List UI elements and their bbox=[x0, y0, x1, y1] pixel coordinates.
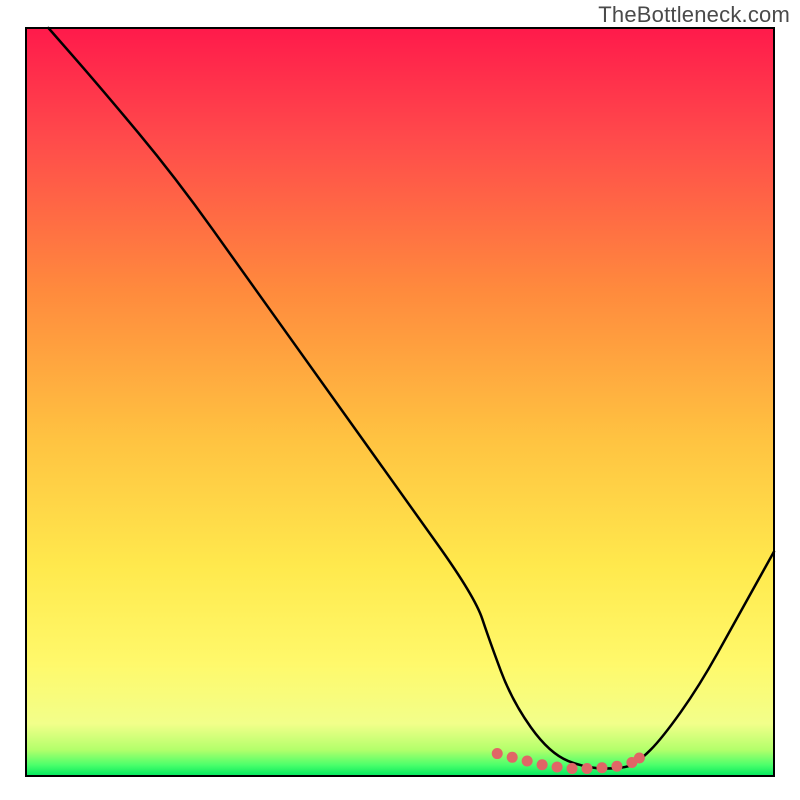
watermark-text: TheBottleneck.com bbox=[598, 2, 790, 28]
optimum-dot bbox=[611, 761, 622, 772]
optimum-dot bbox=[596, 762, 607, 773]
optimum-dot bbox=[492, 748, 503, 759]
optimum-dot bbox=[582, 763, 593, 774]
optimum-dot bbox=[507, 752, 518, 763]
bottleneck-chart: TheBottleneck.com bbox=[0, 0, 800, 800]
plot-svg bbox=[0, 0, 800, 800]
optimum-dot bbox=[567, 763, 578, 774]
plot-background bbox=[26, 28, 774, 776]
optimum-dot bbox=[522, 756, 533, 767]
optimum-dot bbox=[537, 759, 548, 770]
optimum-dot bbox=[552, 762, 563, 773]
optimum-dot bbox=[634, 753, 645, 764]
